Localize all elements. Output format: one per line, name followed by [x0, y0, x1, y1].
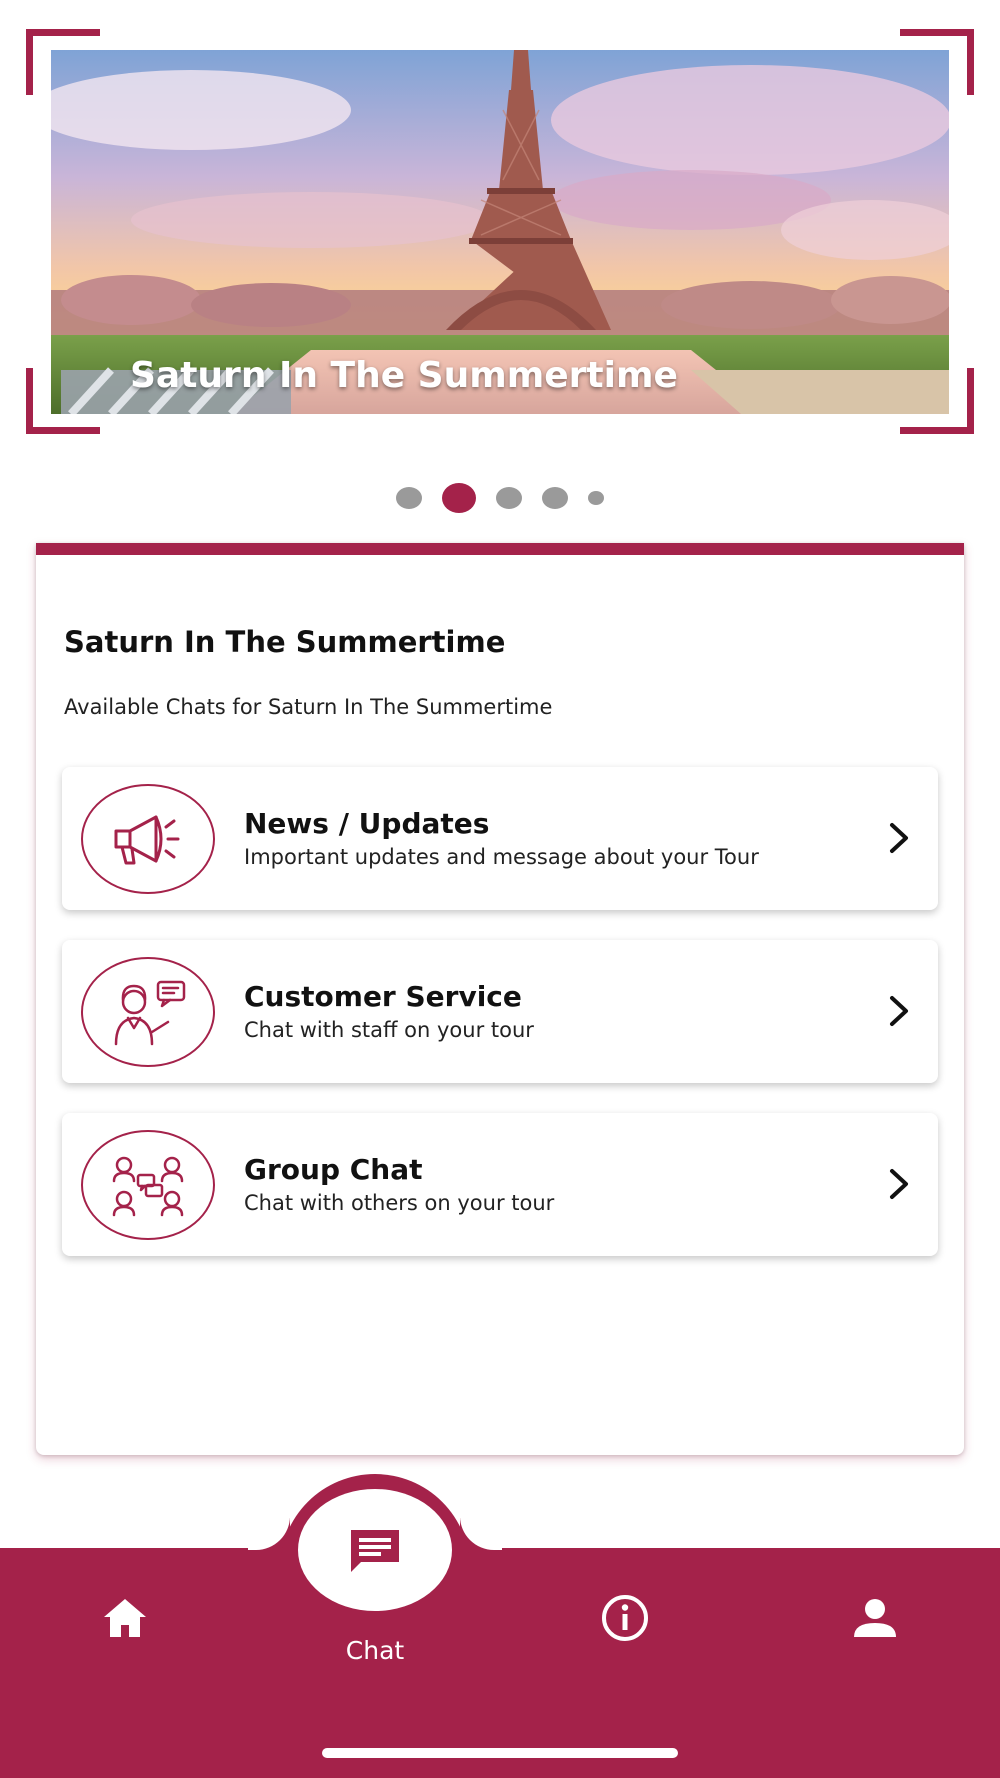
chat-item-description: Chat with others on your tour	[244, 1191, 555, 1215]
chevron-right-icon	[890, 996, 908, 1026]
carousel-dot[interactable]	[396, 487, 422, 509]
carousel-dot[interactable]	[542, 487, 568, 509]
chat-item-customer-service[interactable]: Customer Service Chat with staff on your…	[62, 940, 938, 1083]
chat-icon	[351, 1530, 399, 1572]
carousel-dot[interactable]	[588, 491, 604, 505]
chevron-right-icon	[890, 823, 908, 853]
chat-item-title: Customer Service	[244, 980, 522, 1013]
chats-card: Saturn In The Summertime Available Chats…	[36, 543, 964, 1455]
chat-item-news-updates[interactable]: News / Updates Important updates and mes…	[62, 767, 938, 910]
chat-item-title: Group Chat	[244, 1153, 423, 1186]
bottom-nav	[0, 1548, 1000, 1778]
nav-info-button[interactable]	[595, 1590, 655, 1646]
home-indicator	[322, 1748, 678, 1758]
group-chat-icon	[81, 1130, 215, 1240]
carousel-dot[interactable]	[496, 487, 522, 509]
banner-carousel[interactable]: Saturn In The Summertime	[26, 29, 974, 434]
carousel-dot-active[interactable]	[442, 483, 476, 513]
nav-home-button[interactable]	[95, 1590, 155, 1646]
chat-item-group-chat[interactable]: Group Chat Chat with others on your tour	[62, 1113, 938, 1256]
nav-chat-label[interactable]: Chat	[305, 1636, 445, 1665]
nav-chat-button[interactable]	[298, 1489, 452, 1611]
megaphone-icon	[81, 784, 215, 894]
card-subtitle: Available Chats for Saturn In The Summer…	[64, 695, 553, 719]
info-icon	[602, 1595, 648, 1641]
card-title: Saturn In The Summertime	[64, 625, 506, 659]
profile-icon	[854, 1599, 896, 1637]
carousel-indicator	[0, 483, 1000, 513]
chat-item-description: Chat with staff on your tour	[244, 1018, 534, 1042]
chat-item-title: News / Updates	[244, 807, 490, 840]
chevron-right-icon	[890, 1169, 908, 1199]
customer-service-icon	[81, 957, 215, 1067]
home-icon	[104, 1599, 146, 1637]
nav-profile-button[interactable]	[845, 1590, 905, 1646]
banner-caption: Saturn In The Summertime	[130, 355, 678, 396]
chat-item-description: Important updates and message about your…	[244, 845, 759, 869]
